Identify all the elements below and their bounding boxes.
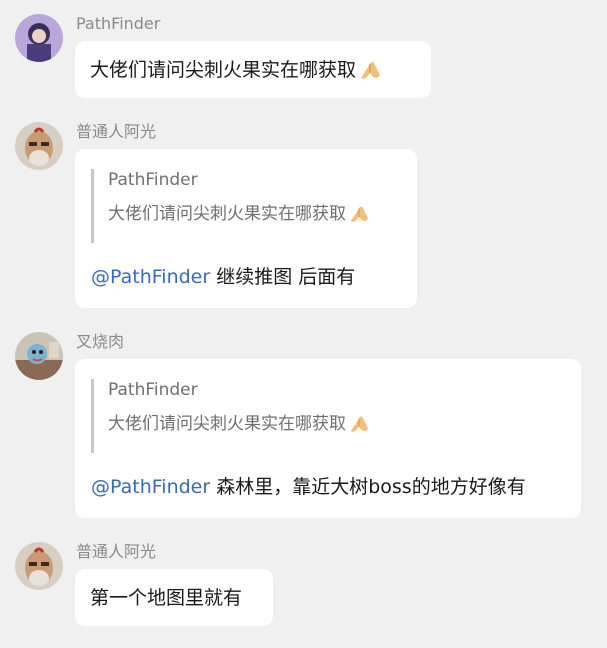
- avatar[interactable]: [15, 14, 63, 62]
- folded-hands-emoji-icon: [358, 58, 382, 87]
- quoted-message[interactable]: PathFinder 大佬们请问尖刺火果实在哪获取: [91, 169, 370, 243]
- message-bubble[interactable]: 第一个地图里就有: [75, 569, 273, 626]
- avatar[interactable]: [15, 122, 63, 170]
- message-text: @PathFinder 森林里，靠近大树boss的地方好像有: [91, 476, 526, 498]
- message-bubble[interactable]: 大佬们请问尖刺火果实在哪获取: [75, 41, 431, 98]
- sender-name: PathFinder: [76, 14, 161, 33]
- message-bubble[interactable]: PathFinder 大佬们请问尖刺火果实在哪获取 @PathFinder 森林…: [75, 359, 581, 518]
- message-bubble[interactable]: PathFinder 大佬们请问尖刺火果实在哪获取 @PathFinder 继续…: [75, 149, 417, 308]
- folded-hands-emoji-icon: [348, 203, 370, 229]
- folded-hands-emoji-icon: [348, 413, 370, 439]
- sender-name: 普通人阿光: [76, 542, 157, 561]
- quoted-text: 大佬们请问尖刺火果实在哪获取: [108, 413, 370, 439]
- quoted-message[interactable]: PathFinder 大佬们请问尖刺火果实在哪获取: [91, 379, 370, 453]
- message-text: 大佬们请问尖刺火果实在哪获取: [90, 57, 382, 87]
- quoted-sender-name: PathFinder: [108, 170, 198, 190]
- message-text: 第一个地图里就有: [90, 587, 243, 609]
- avatar[interactable]: [15, 542, 63, 590]
- sender-name: 普通人阿光: [76, 122, 157, 141]
- quoted-text: 大佬们请问尖刺火果实在哪获取: [108, 203, 370, 229]
- mention-link[interactable]: @PathFinder: [91, 266, 210, 288]
- message-text: @PathFinder 继续推图 后面有: [91, 266, 356, 288]
- mention-link[interactable]: @PathFinder: [91, 476, 210, 498]
- quoted-sender-name: PathFinder: [108, 380, 198, 400]
- sender-name: 叉烧肉: [76, 332, 125, 351]
- avatar[interactable]: [15, 332, 63, 380]
